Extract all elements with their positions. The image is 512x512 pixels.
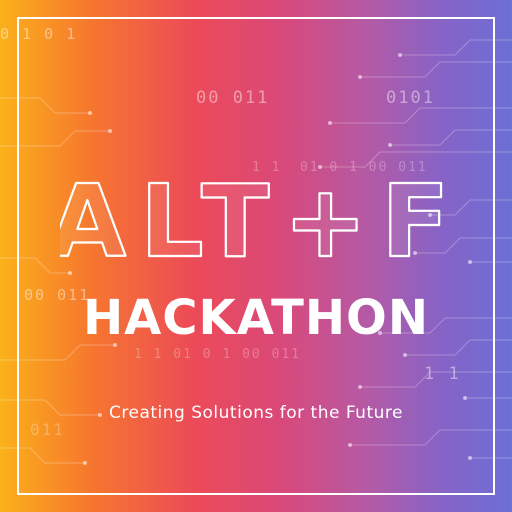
- title-logo: ALT+F: [60, 172, 452, 264]
- tagline: Creating Solutions for the Future: [109, 403, 403, 423]
- event-subtitle: HACKATHON: [82, 290, 430, 346]
- title-text: ALT+F: [60, 172, 452, 264]
- poster: 0 1 0 1 00 011 0101 1 1 01 0 1 00 011 00…: [0, 0, 512, 512]
